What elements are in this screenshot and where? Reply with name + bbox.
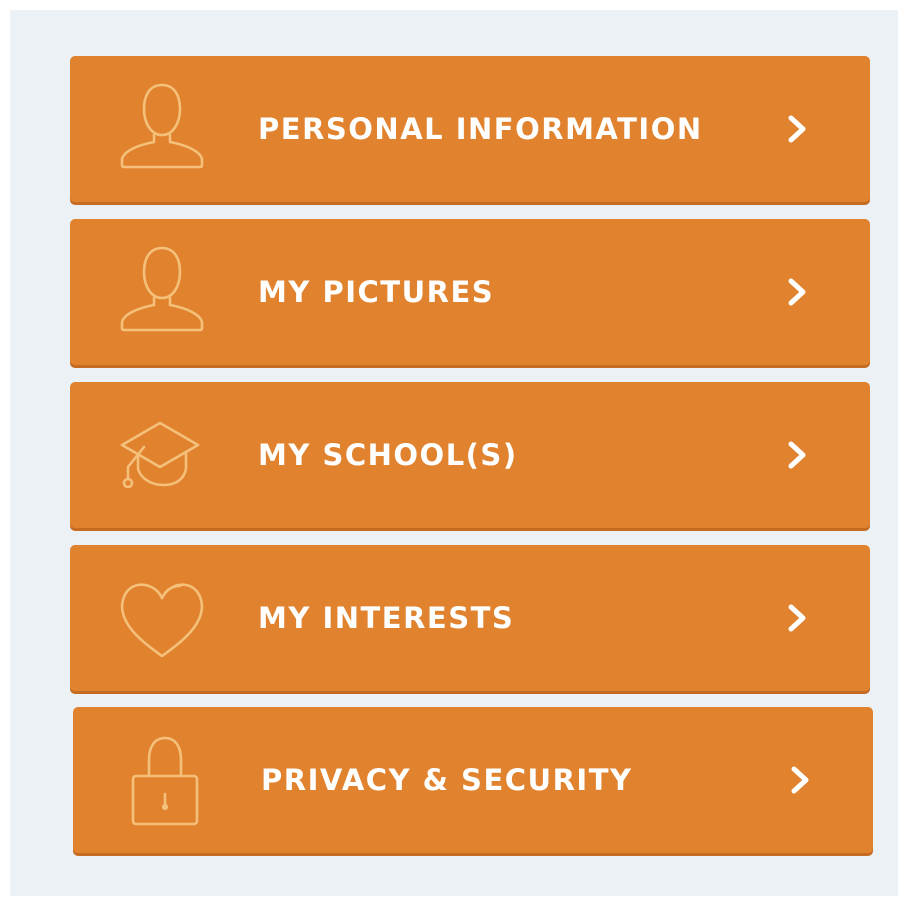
user-icon (114, 79, 210, 175)
graduation-cap-icon (114, 405, 210, 501)
user-icon (114, 242, 210, 338)
heart-icon (114, 568, 210, 664)
lock-icon (117, 730, 213, 826)
chevron-right-icon (782, 276, 812, 308)
menu-item-label: PERSONAL INFORMATION (258, 112, 703, 146)
menu-item-label: MY PICTURES (258, 275, 495, 309)
menu-item-label: PRIVACY & SECURITY (261, 763, 633, 797)
chevron-right-icon (782, 439, 812, 471)
menu-item-personal-information[interactable]: PERSONAL INFORMATION (70, 56, 870, 202)
menu-item-my-pictures[interactable]: MY PICTURES (70, 219, 870, 365)
chevron-right-icon (785, 764, 815, 796)
menu-item-my-schools[interactable]: MY SCHOOL(S) (70, 382, 870, 528)
settings-menu-panel: PERSONAL INFORMATION MY PICTURES MY SCHO… (10, 10, 898, 896)
chevron-right-icon (782, 602, 812, 634)
chevron-right-icon (782, 113, 812, 145)
menu-item-my-interests[interactable]: MY INTERESTS (70, 545, 870, 691)
menu-item-label: MY SCHOOL(S) (258, 438, 518, 472)
menu-item-label: MY INTERESTS (258, 601, 515, 635)
menu-item-privacy-security[interactable]: PRIVACY & SECURITY (73, 707, 873, 853)
